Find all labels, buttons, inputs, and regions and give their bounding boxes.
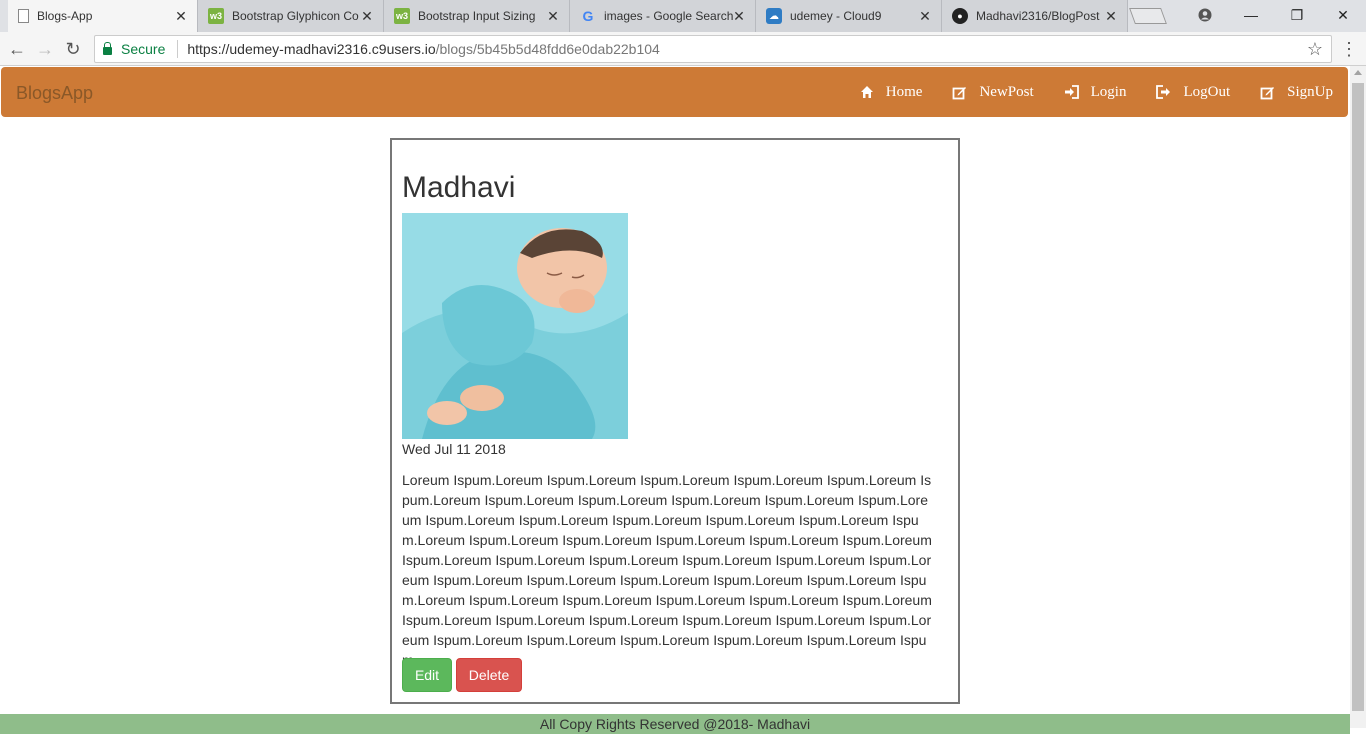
browser-tab-strip: Blogs-App ✕ w3 Bootstrap Glyphicon Co ✕ …	[0, 0, 1366, 32]
address-divider	[177, 40, 179, 58]
tab-google-images[interactable]: G images - Google Search ✕	[570, 0, 756, 32]
url-host: https://udemey-madhavi2316.c9users.io	[187, 41, 436, 57]
edit-button[interactable]: Edit	[402, 658, 452, 692]
github-icon: ●	[952, 8, 968, 24]
delete-button[interactable]: Delete	[456, 658, 522, 692]
google-icon: G	[582, 8, 594, 24]
tab-title: Madhavi2316/BlogPost	[976, 9, 1100, 23]
browser-menu-icon[interactable]: ⋮	[1340, 37, 1358, 61]
tab-title: udemey - Cloud9	[790, 9, 882, 23]
close-icon[interactable]: ✕	[731, 8, 747, 24]
new-tab-button[interactable]	[1129, 8, 1167, 24]
nav-logout-link[interactable]: LogOut	[1141, 67, 1245, 117]
nav-home-link[interactable]: Home	[845, 67, 938, 117]
close-icon[interactable]: ✕	[917, 8, 933, 24]
tab-cloud9[interactable]: ☁ udemey - Cloud9 ✕	[756, 0, 942, 32]
window-close-icon[interactable]: ✕	[1320, 0, 1366, 30]
w3schools-icon: w3	[394, 8, 410, 24]
restore-icon[interactable]: ❐	[1274, 0, 1320, 30]
secure-label: Secure	[121, 41, 166, 57]
nav-signup-label: SignUp	[1287, 83, 1333, 100]
nav-newpost-link[interactable]: NewPost	[937, 67, 1048, 117]
tab-title: images - Google Search	[604, 9, 734, 23]
page-footer: All Copy Rights Reserved @2018- Madhavi	[0, 714, 1350, 734]
log-in-icon	[1064, 85, 1079, 99]
forward-arrow-icon[interactable]: →	[33, 37, 57, 61]
post-body: Loreum Ispum.Loreum Ispum.Loreum Ispum.L…	[402, 472, 932, 668]
url-path: /blogs/5b45b5d48fdd6e0dab22b104	[435, 41, 660, 57]
tab-blogs-app[interactable]: Blogs-App ✕	[8, 0, 198, 32]
profile-icon[interactable]	[1182, 0, 1228, 30]
page-viewport: BlogsApp Home NewPost Login LogOut SignU…	[0, 66, 1350, 734]
close-icon[interactable]: ✕	[173, 8, 189, 24]
nav-login-link[interactable]: Login	[1049, 67, 1142, 117]
nav-signup-link[interactable]: SignUp	[1245, 67, 1348, 117]
tab-title: Bootstrap Glyphicon Co	[232, 9, 359, 23]
tab-bootstrap-glyphicon[interactable]: w3 Bootstrap Glyphicon Co ✕	[198, 0, 384, 32]
post-title: Madhavi	[402, 171, 516, 204]
nav-logout-label: LogOut	[1183, 83, 1231, 100]
back-arrow-icon[interactable]: ←	[5, 37, 29, 61]
cloud9-icon: ☁	[766, 8, 782, 24]
reload-icon[interactable]: ↻	[61, 37, 85, 61]
tab-github[interactable]: ● Madhavi2316/BlogPost ✕	[942, 0, 1128, 32]
site-navbar: BlogsApp Home NewPost Login LogOut SignU…	[1, 67, 1348, 117]
tab-bootstrap-input-sizing[interactable]: w3 Bootstrap Input Sizing ✕	[384, 0, 570, 32]
log-out-icon	[1156, 85, 1171, 99]
post-card: Madhavi Wed Jul 11 2018 Loreum Ispum.Lor…	[390, 138, 960, 704]
address-bar[interactable]: Secure https://udemey-madhavi2316.c9user…	[94, 35, 1332, 63]
browser-toolbar: ← → ↻ Secure https://udemey-madhavi2316.…	[0, 32, 1366, 66]
bookmark-star-icon[interactable]: ☆	[1307, 39, 1323, 60]
minimize-icon[interactable]: —	[1228, 0, 1274, 30]
navbar-brand[interactable]: BlogsApp	[16, 83, 93, 104]
scroll-up-arrow-icon[interactable]	[1354, 70, 1362, 75]
close-icon[interactable]: ✕	[1103, 8, 1119, 24]
page-icon	[18, 9, 29, 23]
nav-home-label: Home	[885, 83, 923, 100]
close-icon[interactable]: ✕	[545, 8, 561, 24]
home-icon	[860, 86, 873, 98]
tab-title: Blogs-App	[37, 9, 93, 23]
edit-icon	[1260, 86, 1275, 99]
scrollbar-thumb[interactable]	[1352, 83, 1364, 711]
post-date: Wed Jul 11 2018	[402, 441, 506, 457]
vertical-scrollbar[interactable]	[1350, 66, 1366, 728]
lock-icon	[103, 42, 112, 55]
nav-newpost-label: NewPost	[979, 83, 1034, 100]
edit-icon	[953, 86, 967, 99]
close-icon[interactable]: ✕	[359, 8, 375, 24]
w3schools-icon: w3	[208, 8, 224, 24]
post-image	[402, 213, 628, 439]
tab-title: Bootstrap Input Sizing	[418, 9, 536, 23]
navbar-links: Home NewPost Login LogOut SignUp	[845, 67, 1348, 117]
nav-login-label: Login	[1090, 83, 1127, 100]
